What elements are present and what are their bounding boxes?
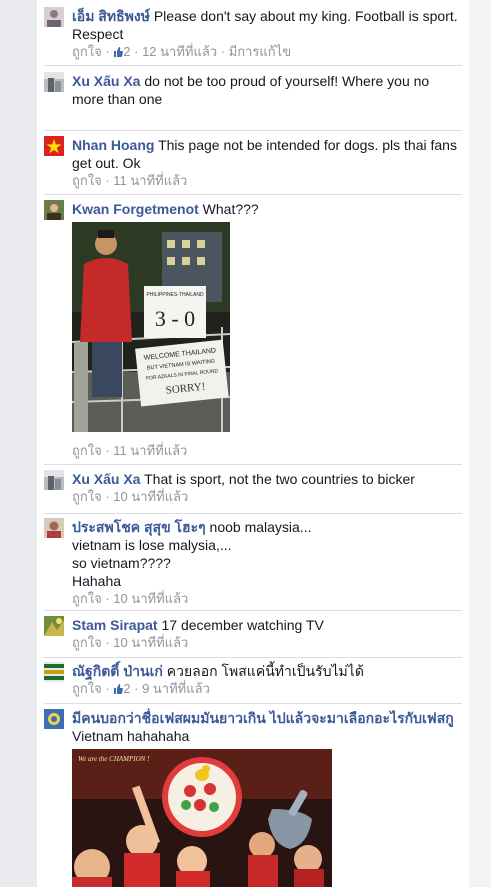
comment-meta: ถูกใจ · 10 นาทีที่แล้ว xyxy=(72,591,189,606)
like-link[interactable]: ถูกใจ xyxy=(72,443,102,458)
comment-meta: ถูกใจ · 2 · 9 นาทีที่แล้ว xyxy=(72,681,210,696)
comment-text-line: vietnam is lose malysia,... xyxy=(72,537,232,553)
comment-author[interactable]: มีคนบอกว่าชื่อเฟสผมมันยาวเกิน ไปแล้วจะมา… xyxy=(72,710,454,726)
comment-body: มีคนบอกว่าชื่อเฟสผมมันยาวเกิน ไปแล้วจะมา… xyxy=(72,709,462,745)
comment-meta: ถูกใจ · 2 · 12 นาทีที่แล้ว · มีการแก้ไข xyxy=(72,44,292,59)
comment-meta: ถูกใจ · 11 นาทีที่แล้ว xyxy=(72,443,188,458)
like-count-value: 2 xyxy=(123,44,131,59)
comment-body: Xu Xấu Xa do not be too proud of yoursel… xyxy=(72,72,462,108)
photo-caption: We are the CHAMPION ! xyxy=(78,755,150,763)
avatar[interactable] xyxy=(44,7,64,27)
comment-text: noob malaysia... xyxy=(209,519,312,535)
avatar[interactable] xyxy=(44,72,64,92)
separator xyxy=(44,130,462,131)
comment-time[interactable]: 10 นาทีที่แล้ว xyxy=(113,635,188,650)
comment: Kwan Forgetmenot What??? PHILIPPINES-THA… xyxy=(44,200,462,462)
comment-time[interactable]: 10 นาทีที่แล้ว xyxy=(113,591,188,606)
comment-time[interactable]: 11 นาทีที่แล้ว xyxy=(113,443,187,458)
comment-author[interactable]: ประสพโชค สุสุข โฮะๆ xyxy=(72,519,206,535)
comment-body: Stam Sirapat 17 december watching TV ถูก… xyxy=(72,616,462,652)
like-link[interactable]: ถูกใจ xyxy=(72,489,102,504)
comment-time[interactable]: 9 นาทีที่แล้ว xyxy=(142,681,210,696)
avatar[interactable] xyxy=(44,470,64,490)
sign-line: 3 - 0 xyxy=(155,306,195,331)
comment-meta: ถูกใจ · 10 นาทีที่แล้ว xyxy=(72,489,189,504)
right-gutter xyxy=(469,0,491,887)
comment: Xu Xấu Xa That is sport, not the two cou… xyxy=(44,470,462,510)
separator xyxy=(44,65,462,66)
like-count-value: 2 xyxy=(123,681,131,696)
comment-body: Xu Xấu Xa That is sport, not the two cou… xyxy=(72,470,462,506)
separator xyxy=(44,194,462,195)
comment: Nhan Hoang This page not be intended for… xyxy=(44,136,462,192)
sign-score: PHILIPPINES-THAILAND 3 - 0 xyxy=(144,286,206,338)
like-count[interactable]: 2 xyxy=(113,681,131,696)
comment: ประสพโชค สุสุข โฮะๆ noob malaysia... vie… xyxy=(44,518,462,606)
like-link[interactable]: ถูกใจ xyxy=(72,44,102,59)
sign-welcome: WELCOME THAILAND BUT VIETNAM IS WAITING … xyxy=(135,339,229,407)
comment: ณัฐกิตติ์ ป่านเก่ ควยลอก โพสแค่นี้ทำเป็น… xyxy=(44,662,462,702)
comment-body: ณัฐกิตติ์ ป่านเก่ ควยลอก โพสแค่นี้ทำเป็น… xyxy=(72,662,462,698)
thumbs-up-icon xyxy=(114,684,124,694)
like-link[interactable]: ถูกใจ xyxy=(72,635,102,650)
comment-time[interactable]: 11 นาทีที่แล้ว xyxy=(113,173,187,188)
comment: Xu Xấu Xa do not be too proud of yoursel… xyxy=(44,72,462,122)
separator xyxy=(44,703,462,704)
comment-text-line: Hahaha xyxy=(72,573,122,589)
separator xyxy=(44,610,462,611)
comment-meta: ถูกใจ · 11 นาทีที่แล้ว xyxy=(72,173,188,188)
comment-body: ประสพโชค สุสุข โฮะๆ noob malaysia... vie… xyxy=(72,518,462,608)
comment-photo[interactable]: PHILIPPINES-THAILAND 3 - 0 WELCOME THAIL… xyxy=(72,222,230,432)
comment-text: ควยลอก โพสแค่นี้ทำเป็นรับไม่ได้ xyxy=(166,663,364,679)
comment-text: 17 december watching TV xyxy=(161,617,324,633)
comment-author[interactable]: Nhan Hoang xyxy=(72,137,154,153)
separator xyxy=(44,513,462,514)
comment-photo[interactable]: We are the CHAMPION ! xyxy=(72,749,332,887)
comment-time[interactable]: 12 นาทีที่แล้ว xyxy=(142,44,217,59)
left-gutter xyxy=(0,0,37,887)
comment-time[interactable]: 10 นาทีที่แล้ว xyxy=(113,489,188,504)
separator xyxy=(44,657,462,658)
comment-feed: เอ็ม สิทธิพงษ์ Please don't say about my… xyxy=(0,0,491,887)
comment-body: เอ็ม สิทธิพงษ์ Please don't say about my… xyxy=(72,7,462,61)
comment: Stam Sirapat 17 december watching TV ถูก… xyxy=(44,616,462,656)
comment-body: Kwan Forgetmenot What??? xyxy=(72,200,462,218)
avatar[interactable] xyxy=(44,200,64,220)
like-link[interactable]: ถูกใจ xyxy=(72,591,102,606)
edited-link[interactable]: มีการแก้ไข xyxy=(229,44,291,59)
thumbs-up-icon xyxy=(114,47,124,57)
avatar[interactable] xyxy=(44,136,64,156)
comment-author[interactable]: ณัฐกิตติ์ ป่านเก่ xyxy=(72,663,163,679)
avatar[interactable] xyxy=(44,709,64,729)
comment-author[interactable]: เอ็ม สิทธิพงษ์ xyxy=(72,8,150,24)
avatar[interactable] xyxy=(44,616,64,636)
comment: มีคนบอกว่าชื่อเฟสผมมันยาวเกิน ไปแล้วจะมา… xyxy=(44,709,462,887)
like-link[interactable]: ถูกใจ xyxy=(72,173,102,188)
separator xyxy=(44,464,462,465)
comment-text: What??? xyxy=(202,201,259,217)
comment-text: That is sport, not the two countries to … xyxy=(144,471,415,487)
avatar[interactable] xyxy=(44,662,64,682)
comment-author[interactable]: Xu Xấu Xa xyxy=(72,73,140,89)
comment-author[interactable]: Kwan Forgetmenot xyxy=(72,201,199,217)
comment-author[interactable]: Xu Xấu Xa xyxy=(72,471,140,487)
avatar[interactable] xyxy=(44,518,64,538)
comment-text: Vietnam hahahaha xyxy=(72,728,190,744)
comment: เอ็ม สิทธิพงษ์ Please don't say about my… xyxy=(44,7,462,63)
like-count[interactable]: 2 xyxy=(113,44,131,59)
sign-line: PHILIPPINES-THAILAND xyxy=(146,292,204,298)
comment-meta: ถูกใจ · 10 นาทีที่แล้ว xyxy=(72,635,189,650)
comment-author[interactable]: Stam Sirapat xyxy=(72,617,158,633)
comment-body: Nhan Hoang This page not be intended for… xyxy=(72,136,462,190)
comment-text-line: so vietnam???? xyxy=(72,555,171,571)
like-link[interactable]: ถูกใจ xyxy=(72,681,102,696)
